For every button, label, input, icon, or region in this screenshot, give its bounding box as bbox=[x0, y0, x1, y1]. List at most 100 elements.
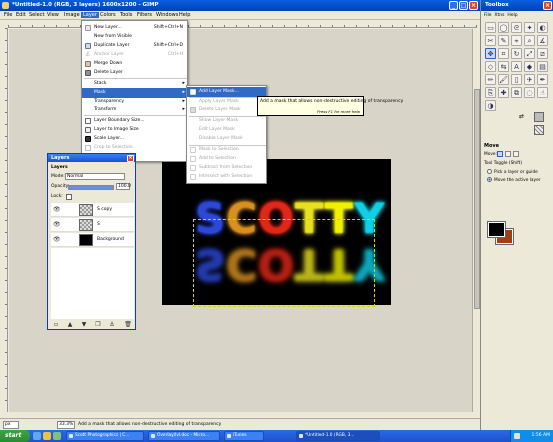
clone-tool-icon[interactable]: ⎘ bbox=[485, 87, 496, 98]
zoom-tool-icon[interactable]: ⌕ bbox=[524, 35, 535, 46]
taskbar-item[interactable]: Overlay/lvl.doc - Micro... bbox=[148, 431, 220, 441]
menu-edit[interactable]: Edit bbox=[14, 12, 28, 18]
delete-layer-icon[interactable]: 🗑 bbox=[124, 321, 132, 329]
quicklaunch-ie-icon[interactable] bbox=[33, 432, 41, 440]
menu-select[interactable]: Select bbox=[27, 12, 46, 18]
menuitem-transform[interactable]: Transform ▸ bbox=[82, 105, 187, 115]
menu-tools[interactable]: Tools bbox=[118, 12, 134, 18]
perspective-clone-tool-icon[interactable]: ⧉ bbox=[511, 87, 522, 98]
menu-layer[interactable]: Layer bbox=[81, 12, 99, 18]
lock-checkbox[interactable] bbox=[66, 194, 72, 200]
active-pattern-icon[interactable] bbox=[534, 125, 544, 135]
minimize-button[interactable]: _ bbox=[449, 1, 458, 10]
horizontal-ruler[interactable] bbox=[8, 21, 477, 28]
move-layer-mode-icon[interactable] bbox=[497, 151, 503, 157]
fuzzy-select-tool-icon[interactable]: ✦ bbox=[524, 22, 535, 33]
menuitem-add-layer-mask[interactable]: Add Layer Mask... bbox=[187, 87, 266, 97]
paths-tool-icon[interactable]: ✎ bbox=[498, 35, 509, 46]
pencil-tool-icon[interactable]: ✏ bbox=[485, 74, 496, 85]
rect-select-tool-icon[interactable]: ▭ bbox=[485, 22, 496, 33]
move-selection-mode-icon[interactable] bbox=[505, 151, 511, 157]
volume-icon[interactable] bbox=[514, 433, 520, 439]
active-brush-icon[interactable] bbox=[534, 112, 544, 122]
title-bar[interactable]: *Untitled-1.0 (RGB, 3 layers) 1600x1200 … bbox=[0, 0, 480, 11]
taskbar-item[interactable]: Scott Photographics | C... bbox=[66, 431, 144, 441]
move-path-mode-icon[interactable] bbox=[513, 151, 519, 157]
perspective-tool-icon[interactable]: ◇ bbox=[485, 61, 496, 72]
close-button[interactable]: × bbox=[469, 1, 478, 10]
menu-file[interactable]: File bbox=[2, 12, 14, 18]
color-select-tool-icon[interactable]: ◐ bbox=[537, 22, 548, 33]
eye-icon[interactable]: 👁 bbox=[53, 236, 61, 243]
toolbox-menu-xtns[interactable]: Xtns bbox=[494, 13, 504, 18]
anchor-layer-icon[interactable]: ⚓ bbox=[108, 321, 116, 329]
foreground-color-swatch[interactable] bbox=[488, 222, 505, 237]
layers-dialog-titlebar[interactable]: Layers × bbox=[48, 154, 135, 162]
layers-dialog-close-button[interactable]: × bbox=[127, 154, 134, 162]
opacity-value[interactable]: 100.0 bbox=[116, 183, 131, 190]
measure-tool-icon[interactable]: ∡ bbox=[537, 35, 548, 46]
eye-icon[interactable]: 👁 bbox=[53, 206, 61, 213]
scale-tool-icon[interactable]: ⤢ bbox=[524, 48, 535, 59]
text-tool-icon[interactable]: A bbox=[511, 61, 522, 72]
airbrush-tool-icon[interactable]: ✈ bbox=[524, 74, 535, 85]
blur-tool-icon[interactable]: ◌ bbox=[524, 87, 535, 98]
toolbox-menu-file[interactable]: File bbox=[484, 13, 492, 18]
menu-image[interactable]: Image bbox=[62, 12, 82, 18]
smudge-tool-icon[interactable]: ☝ bbox=[537, 87, 548, 98]
menuitem-intersect-with-selection[interactable]: Intersect with Selection bbox=[187, 172, 266, 182]
start-button[interactable]: start bbox=[0, 430, 30, 442]
clock[interactable]: 1:56 AM bbox=[532, 433, 551, 438]
free-select-tool-icon[interactable]: ᘓ bbox=[511, 22, 522, 33]
mode-select[interactable]: Normal bbox=[65, 173, 125, 180]
menuitem-delete-layer[interactable]: Delete Layer bbox=[82, 68, 187, 78]
layer-row[interactable]: 👁 Background bbox=[51, 233, 134, 247]
opacity-slider[interactable] bbox=[68, 185, 114, 190]
menu-colors[interactable]: Colors bbox=[98, 12, 118, 18]
swap-colors-icon[interactable]: ⇄ bbox=[519, 113, 524, 120]
toolbox-close-button[interactable]: × bbox=[543, 1, 552, 10]
color-picker-tool-icon[interactable]: ⌖ bbox=[511, 35, 522, 46]
vertical-ruler[interactable] bbox=[0, 28, 8, 412]
duplicate-layer-icon[interactable]: ❐ bbox=[94, 321, 102, 329]
menu-help[interactable]: Help bbox=[177, 12, 192, 18]
menuitem-disable-layer-mask[interactable]: Disable Layer Mask bbox=[187, 134, 266, 144]
unit-selector[interactable]: px bbox=[3, 421, 19, 429]
crop-tool-icon[interactable]: ⌗ bbox=[498, 48, 509, 59]
blend-tool-icon[interactable]: ▤ bbox=[537, 61, 548, 72]
new-layer-icon[interactable]: ▫ bbox=[52, 321, 60, 329]
taskbar-item-gimp[interactable]: *Untitled-1.0 (RGB, 3... bbox=[296, 431, 380, 441]
scissors-tool-icon[interactable]: ✂ bbox=[485, 35, 496, 46]
layer-row[interactable]: 👁 S bbox=[51, 218, 134, 232]
raise-layer-icon[interactable]: ▲ bbox=[66, 321, 74, 329]
rotate-tool-icon[interactable]: ↻ bbox=[511, 48, 522, 59]
pick-layer-option[interactable]: Pick a layer or guide bbox=[487, 169, 538, 175]
paintbrush-tool-icon[interactable]: 🖌 bbox=[498, 74, 509, 85]
shear-tool-icon[interactable]: ⧄ bbox=[537, 48, 548, 59]
taskbar-item[interactable]: iTunes bbox=[224, 431, 264, 441]
ellipse-select-tool-icon[interactable]: ◯ bbox=[498, 22, 509, 33]
vertical-scrollbar[interactable] bbox=[472, 29, 480, 412]
bucket-fill-tool-icon[interactable]: ◆ bbox=[524, 61, 535, 72]
heal-tool-icon[interactable]: ✚ bbox=[498, 87, 509, 98]
zoom-selector[interactable]: 33.3% bbox=[57, 421, 75, 429]
toolbox-menu-help[interactable]: Help bbox=[507, 13, 517, 18]
radio-pick[interactable] bbox=[487, 169, 492, 174]
flip-tool-icon[interactable]: ⇆ bbox=[498, 61, 509, 72]
maximize-button[interactable]: □ bbox=[459, 1, 468, 10]
move-tool-icon[interactable]: ✥ bbox=[485, 48, 496, 59]
tooltip-help: Press F1 for more help bbox=[317, 109, 360, 114]
radio-move-active[interactable] bbox=[487, 177, 492, 182]
ink-tool-icon[interactable]: ✒ bbox=[537, 74, 548, 85]
quicklaunch-desktop-icon[interactable] bbox=[53, 432, 61, 440]
quicklaunch-folder-icon[interactable] bbox=[43, 432, 51, 440]
toolbox-titlebar[interactable]: Toolbox × bbox=[481, 0, 553, 11]
menu-filters[interactable]: Filters bbox=[135, 12, 154, 18]
eraser-tool-icon[interactable]: ▯ bbox=[511, 74, 522, 85]
layer-row[interactable]: 👁 S copy bbox=[51, 203, 134, 217]
menuitem-delete-layer-mask[interactable]: Delete Layer Mask bbox=[187, 105, 266, 115]
menu-view[interactable]: View bbox=[45, 12, 61, 18]
eye-icon[interactable]: 👁 bbox=[53, 221, 61, 228]
move-active-option[interactable]: Move the active layer bbox=[487, 177, 541, 183]
lower-layer-icon[interactable]: ▼ bbox=[80, 321, 88, 329]
